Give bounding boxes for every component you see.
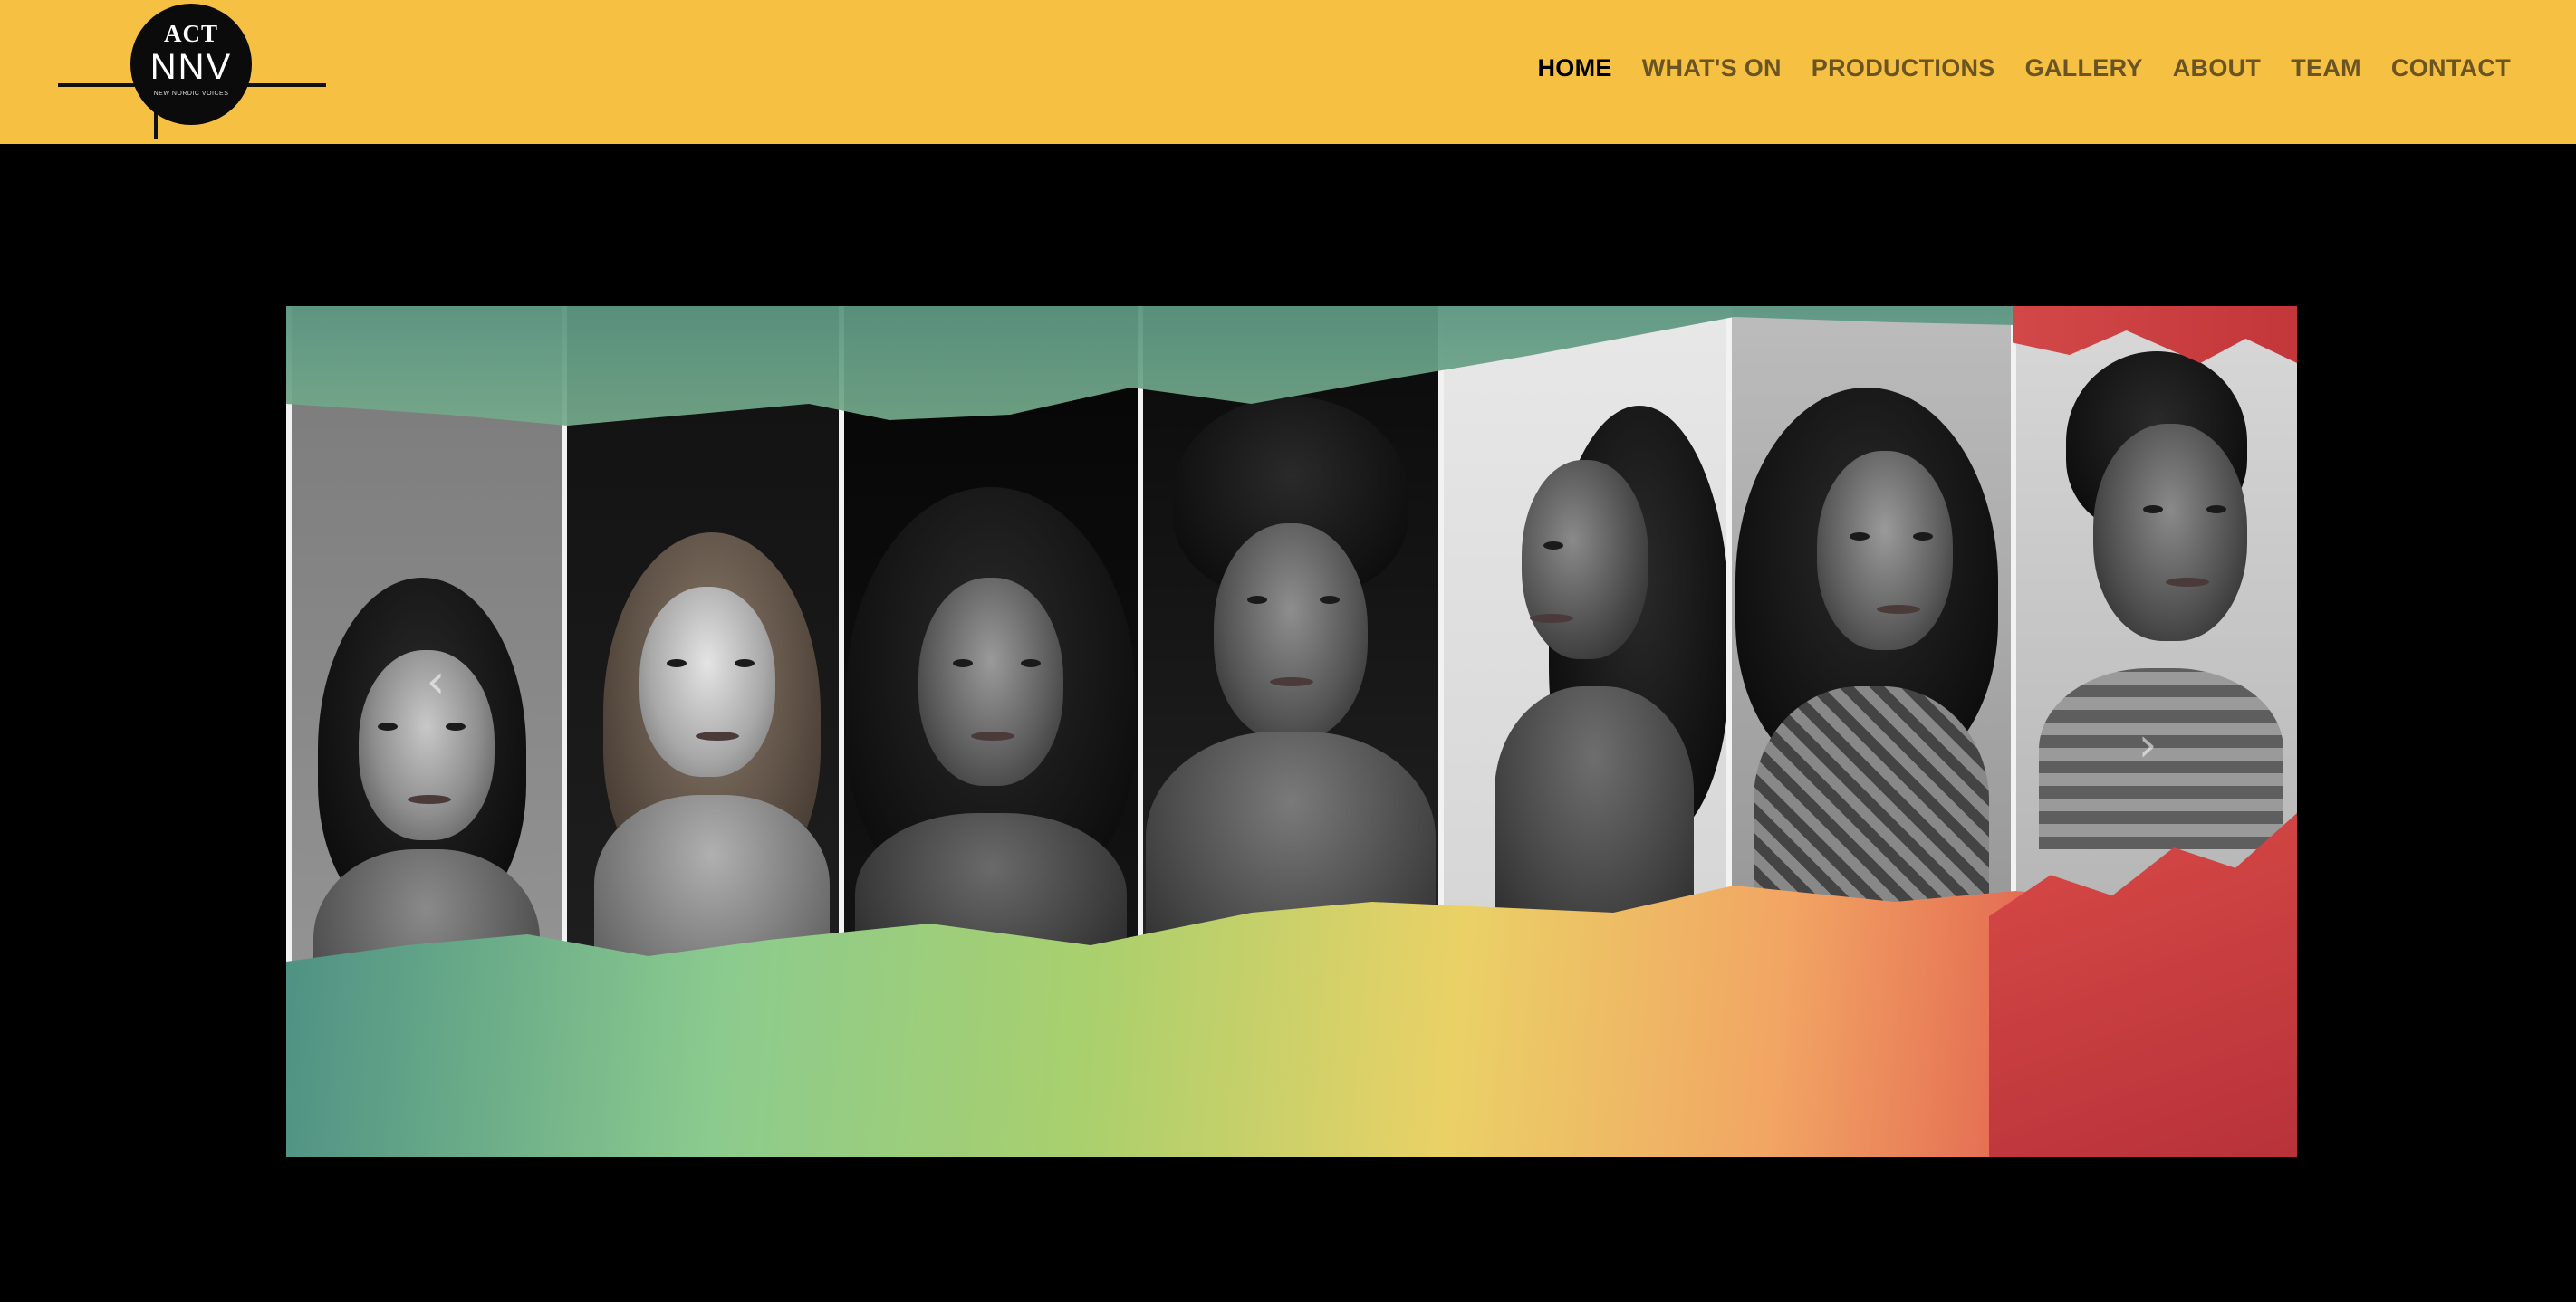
main-navigation: HOME WHAT'S ON PRODUCTIONS GALLERY ABOUT… — [1537, 54, 2511, 82]
chevron-right-icon: › — [2138, 718, 2158, 772]
logo-badge: ACT NNV NEW NORDIC VOICES — [130, 4, 252, 125]
site-logo[interactable]: ACT NNV NEW NORDIC VOICES — [58, 4, 326, 139]
nav-item-home[interactable]: HOME — [1537, 54, 1611, 82]
slider-prev-button[interactable]: ‹ — [413, 658, 458, 705]
nav-item-contact[interactable]: CONTACT — [2391, 54, 2511, 82]
hero-slider: ‹ › — [286, 306, 2297, 1157]
nav-item-gallery[interactable]: GALLERY — [2025, 54, 2143, 82]
nav-item-productions[interactable]: PRODUCTIONS — [1812, 54, 1995, 82]
logo-act-text: ACT — [163, 20, 218, 47]
chevron-left-icon: ‹ — [426, 655, 446, 709]
site-header: ACT NNV NEW NORDIC VOICES HOME WHAT'S ON… — [0, 0, 2576, 144]
nav-item-about[interactable]: ABOUT — [2173, 54, 2262, 82]
nav-item-whats-on[interactable]: WHAT'S ON — [1642, 54, 1782, 82]
logo-subtitle: NEW NORDIC VOICES — [153, 91, 229, 97]
logo-nnv-text: NNV — [149, 47, 233, 87]
slider-next-button[interactable]: › — [2125, 722, 2170, 769]
nav-item-team[interactable]: TEAM — [2291, 54, 2361, 82]
